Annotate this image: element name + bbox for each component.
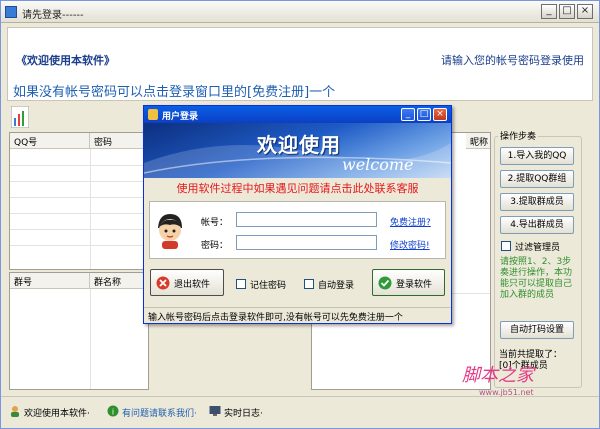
svg-text:i: i: [112, 408, 114, 417]
window-title: 请先登录------: [22, 10, 84, 21]
password-input[interactable]: [236, 235, 377, 250]
auto-captcha-button[interactable]: 自动打码设置: [500, 321, 574, 339]
column-header-nickname[interactable]: 昵称: [466, 133, 490, 149]
grid-line: [10, 181, 148, 182]
exit-icon: [156, 276, 170, 290]
extract-groups-button[interactable]: 2.提取QQ群组: [500, 170, 574, 188]
column-header-group-id[interactable]: 群号: [10, 273, 90, 289]
log-monitor-icon: [209, 406, 221, 416]
login-button-label: 登录软件: [396, 280, 433, 290]
grid-line: [10, 165, 148, 166]
dialog-title: 用户登录: [162, 112, 199, 122]
contact-link[interactable]: 有问题请联系我们·: [122, 406, 197, 419]
extracted-label: 当前共提取了：: [499, 350, 563, 360]
dialog-title-bar[interactable]: 用户登录 _ □ ×: [144, 106, 451, 123]
column-header-password[interactable]: 密码: [90, 133, 148, 149]
dialog-status-bar: 输入帐号密码后点击登录软件即可,没有帐号可以先免费注册一个: [144, 307, 451, 323]
dialog-maximize-button[interactable]: □: [417, 108, 431, 121]
status-bar: 欢迎使用本软件· i 有问题请联系我们· 实时日志·: [1, 396, 599, 428]
change-password-link[interactable]: 修改密码!: [390, 238, 430, 251]
dialog-close-button[interactable]: ×: [433, 108, 447, 121]
exit-button[interactable]: 退出软件: [150, 269, 224, 296]
welcome-text: 《欢迎使用本软件》: [16, 54, 115, 67]
status-welcome: 欢迎使用本软件·: [24, 409, 90, 419]
steps-note: 请按照1、2、3步奏进行操作，本功能只可以提取自己加入群的成员: [500, 257, 573, 300]
watermark-url: www.jb51.net: [479, 388, 534, 397]
remember-password-label: 记住密码: [250, 281, 287, 291]
grid-divider: [90, 289, 91, 389]
banner-subtitle: welcome: [342, 155, 414, 174]
login-button[interactable]: 登录软件: [372, 269, 445, 296]
window-title-bar[interactable]: 请先登录------ _ □ ×: [1, 1, 599, 23]
support-contact-link[interactable]: 使用软件过程中如果遇见问题请点击此处联系客服: [144, 180, 451, 196]
remember-password-checkbox[interactable]: [236, 279, 246, 289]
password-label: 密码：: [201, 241, 229, 251]
auto-login-label: 自动登录: [318, 281, 355, 291]
avatar-icon: [153, 211, 187, 249]
column-header-qq[interactable]: QQ号: [10, 133, 90, 149]
login-dialog: 用户登录 _ □ × 欢迎使用 welcome 使用软件过程中如果遇见问题请点击…: [143, 105, 452, 324]
export-members-button[interactable]: 4.导出群成员: [500, 216, 574, 234]
banner-title: 欢迎使用: [257, 133, 341, 157]
minimize-button[interactable]: _: [541, 4, 557, 19]
qq-account-grid[interactable]: QQ号 密码: [9, 132, 149, 270]
grid-line: [10, 229, 148, 230]
dialog-minimize-button[interactable]: _: [401, 108, 415, 121]
auto-login-checkbox[interactable]: [304, 279, 314, 289]
app-icon: [5, 6, 17, 18]
dialog-status-text: 输入帐号密码后点击登录软件即可,没有帐号可以先免费注册一个: [148, 313, 403, 323]
close-button[interactable]: ×: [577, 4, 593, 19]
welcome-banner: 欢迎使用 welcome: [144, 123, 451, 178]
column-header-group-name[interactable]: 群名称: [90, 273, 148, 289]
extract-members-button[interactable]: 3.提取群成员: [500, 193, 574, 211]
register-tip: 如果没有帐号密码可以点击登录窗口里的[免费注册]一个: [13, 85, 336, 100]
grid-divider: [90, 149, 91, 269]
main-window: 请先登录------ _ □ × 《欢迎使用本软件》 请输入您的帐号密码登录使用…: [0, 0, 600, 429]
checkmark-icon: [378, 276, 392, 290]
grid-line: [10, 197, 148, 198]
bar-chart-icon[interactable]: [11, 106, 29, 128]
info-icon: i: [107, 405, 119, 417]
grid-line: [10, 245, 148, 246]
filter-admin-checkbox[interactable]: [501, 241, 511, 251]
exit-button-label: 退出软件: [174, 280, 211, 290]
grid-line: [10, 213, 148, 214]
user-icon: [11, 406, 19, 417]
filter-admin-label: 过滤管理员: [515, 243, 561, 253]
login-prompt: 请输入您的帐号密码登录使用: [441, 54, 584, 67]
import-qq-button[interactable]: 1.导入我的QQ: [500, 147, 574, 165]
operation-steps-legend: 操作步奏: [498, 129, 539, 142]
realtime-log-link[interactable]: 实时日志·: [224, 406, 263, 419]
group-grid[interactable]: 群号 群名称: [9, 272, 149, 390]
maximize-button[interactable]: □: [559, 4, 575, 19]
watermark-logo: 脚本之家: [462, 365, 534, 386]
account-input[interactable]: [236, 212, 377, 227]
account-label: 帐号：: [201, 218, 229, 228]
register-link[interactable]: 免费注册?: [390, 215, 431, 228]
user-icon: [148, 109, 158, 120]
